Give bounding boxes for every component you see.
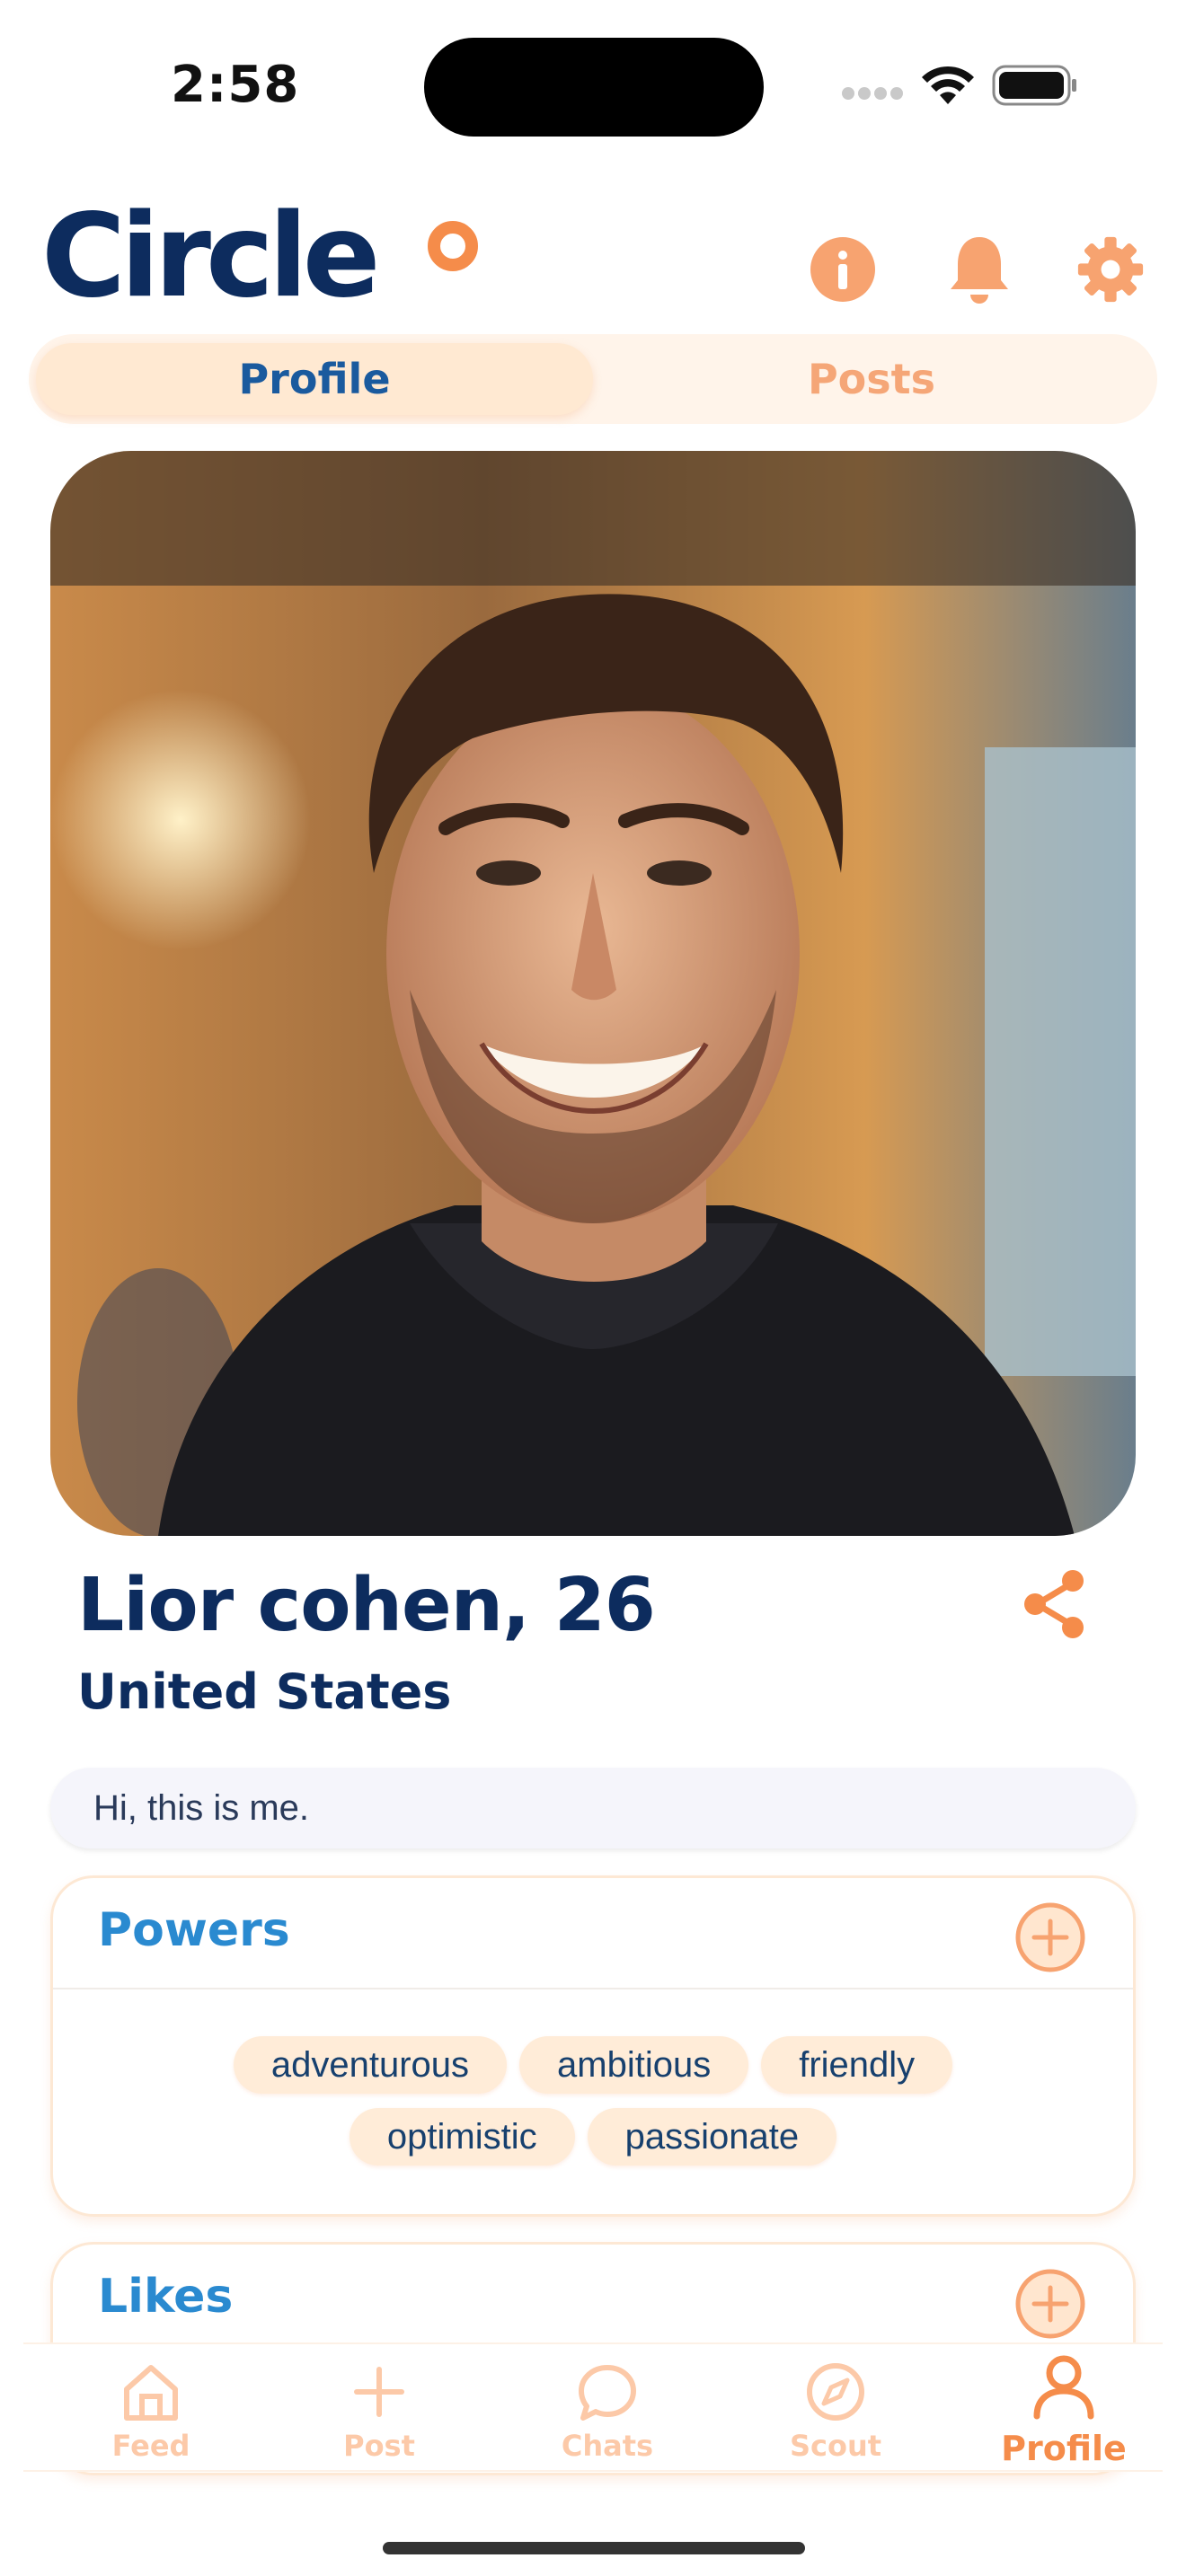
info-button[interactable] [809,235,877,304]
logo-dot [428,221,478,271]
power-chip[interactable]: adventurous [233,2036,507,2094]
profile-name: Lior cohen, 26 [77,1563,656,1648]
nav-label: Scout [789,2429,882,2463]
profile-location: United States [77,1663,452,1720]
nav-label: Chats [561,2429,654,2463]
likes-title: Likes [98,2270,234,2324]
nav-post[interactable]: Post [298,2360,460,2463]
profile-posts-segmented-control: Profile Posts [29,334,1157,424]
power-chip[interactable]: friendly [761,2036,953,2094]
chat-bubble-icon [579,2365,636,2421]
gear-icon [1077,236,1144,303]
tab-profile[interactable]: Profile [36,343,593,415]
nav-profile[interactable]: Profile [983,2351,1145,2468]
profile-photo[interactable] [50,451,1136,1536]
bio-field[interactable]: Hi, this is me. [50,1768,1136,1848]
plus-circle-icon [1015,2269,1085,2339]
powers-card: Powers adventurous ambitious friendly op… [50,1875,1136,2217]
tab-posts[interactable]: Posts [593,343,1150,415]
nav-scout[interactable]: Scout [755,2360,916,2463]
home-icon [124,2365,178,2421]
status-time: 2:58 [171,56,300,114]
bell-icon [951,237,1008,304]
person-icon [1033,2355,1094,2420]
nav-chats[interactable]: Chats [527,2360,688,2463]
plus-circle-icon [1015,1902,1085,1972]
add-like-button[interactable] [1014,2268,1086,2340]
wifi-icon [922,66,974,104]
nav-feed[interactable]: Feed [70,2360,232,2463]
card-divider [53,1988,1133,1989]
share-button[interactable] [1017,1566,1093,1642]
nav-label: Profile [1001,2429,1127,2468]
power-chip[interactable]: ambitious [519,2036,749,2094]
notifications-button[interactable] [945,235,1013,304]
dynamic-island [424,38,764,137]
powers-chip-list: adventurous ambitious friendly optimisti… [53,2036,1133,2166]
power-chip[interactable]: optimistic [349,2108,575,2166]
bottom-tab-bar: Feed Post Chats Scout Profile [23,2342,1163,2472]
battery-icon [992,65,1076,106]
share-icon [1024,1570,1084,1638]
app-logo: Circle [41,199,478,316]
home-indicator[interactable] [383,2542,805,2554]
info-icon [810,237,875,302]
add-power-button[interactable] [1014,1901,1086,1973]
settings-button[interactable] [1076,235,1145,304]
compass-icon [807,2363,864,2421]
nav-label: Feed [111,2429,190,2463]
status-bar: 2:58 [0,0,1186,171]
power-chip[interactable]: passionate [587,2108,837,2166]
nav-label: Post [343,2429,415,2463]
plus-icon [354,2367,404,2417]
cellular-signal-icon [842,87,903,100]
profile-photo-image [50,451,1136,1536]
powers-title: Powers [98,1903,290,1957]
